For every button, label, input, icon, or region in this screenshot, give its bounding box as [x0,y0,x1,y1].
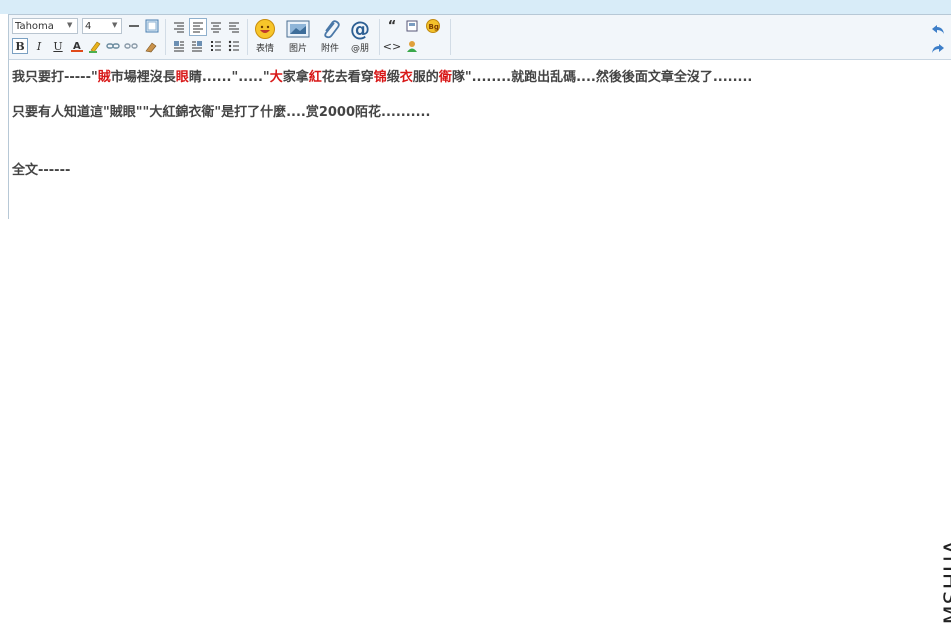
table-icon[interactable] [144,18,160,34]
text-segment: 缎 [386,70,400,85]
top-strip [0,0,951,14]
at-icon: @ [350,18,370,40]
font-family-select[interactable]: Tahoma [12,18,78,34]
float-right-icon[interactable] [189,38,205,54]
image-button[interactable]: 图片 [283,18,313,58]
unordered-list-icon[interactable] [226,38,242,54]
highlight-icon[interactable] [87,38,103,54]
undo-icon[interactable] [930,21,946,37]
align-center-icon[interactable] [208,19,224,35]
text-segment: 睛......"....." [188,70,270,85]
highlighted-char: 紅 [308,70,322,85]
align-right-icon[interactable] [226,19,242,35]
emoticon-button[interactable]: 表情 [250,18,280,58]
watermark: MSHUA [941,539,951,625]
template-icon[interactable] [404,18,420,34]
toolbar-separator [247,19,248,55]
editor-content[interactable]: 我只要打-----"賊市場裡沒長眼睛......"....."大家拿紅花去看穿锦… [12,63,942,178]
svg-text:Bg: Bg [429,23,439,31]
mention-button[interactable]: @ @朋 [345,18,375,58]
mention-label: @朋 [350,44,369,54]
content-line: 全文------ [12,163,71,178]
quote-button[interactable]: “ [384,18,400,34]
image-label: 图片 [288,44,307,54]
rich-text-editor: Tahoma ▼ 4 ▼ B I U A 表情 图片 附件 @ @朋 “ Bg … [8,14,951,219]
toolbar-separator [165,19,166,55]
ordered-list-icon[interactable] [208,38,224,54]
highlighted-char: 眼 [175,70,189,85]
redo-icon[interactable] [930,40,946,56]
content-line: 我只要打-----"賊市場裡沒長眼睛......"....."大家拿紅花去看穿锦… [12,66,942,85]
member-icon[interactable] [404,38,420,54]
underline-button[interactable]: U [50,38,66,54]
highlighted-char: 賊 [97,70,111,85]
smiley-icon [255,19,275,39]
text-segment: 市場裡沒長 [110,70,176,85]
float-left-icon[interactable] [171,38,187,54]
italic-button[interactable]: I [31,38,47,54]
eraser-icon[interactable] [143,38,159,54]
attachment-label: 附件 [320,44,339,54]
unlink-icon[interactable] [123,38,139,54]
bold-button[interactable]: B [12,38,28,54]
text-segment: 花去看穿 [321,70,374,85]
align-left-icon[interactable] [171,19,187,35]
text-segment: 我只要打-----" [12,70,98,85]
editor-toolbar: Tahoma ▼ 4 ▼ B I U A 表情 图片 附件 @ @朋 “ Bg … [9,15,951,60]
font-size-select[interactable]: 4 [82,18,122,34]
font-color-icon[interactable]: A [69,38,85,54]
attachment-button[interactable]: 附件 [315,18,345,58]
image-icon [286,20,310,38]
toolbar-separator [379,19,380,55]
text-segment: 服的 [412,70,439,85]
svg-text:@: @ [350,18,370,40]
content-line: 只要有人知道這"賊眼""大紅錦衣衛"是打了什麼....赏2000陌花......… [12,105,431,120]
align-justify-icon[interactable] [189,18,207,36]
highlighted-char: 衛 [438,70,452,85]
background-color-button[interactable]: Bg [425,18,441,34]
highlighted-char: 大 [269,70,283,85]
toolbar-separator [450,19,451,55]
horizontal-rule-icon[interactable] [126,18,142,34]
link-icon[interactable] [105,38,121,54]
highlighted-char: 衣 [399,70,413,85]
emoticon-label: 表情 [255,44,274,54]
highlighted-char: 锦 [373,70,387,85]
code-button[interactable]: <> [383,38,401,54]
text-segment: 家拿 [282,70,309,85]
text-segment: 隊"........就跑出乱碼....然後後面文章全沒了........ [451,70,753,85]
paperclip-icon [324,20,340,39]
